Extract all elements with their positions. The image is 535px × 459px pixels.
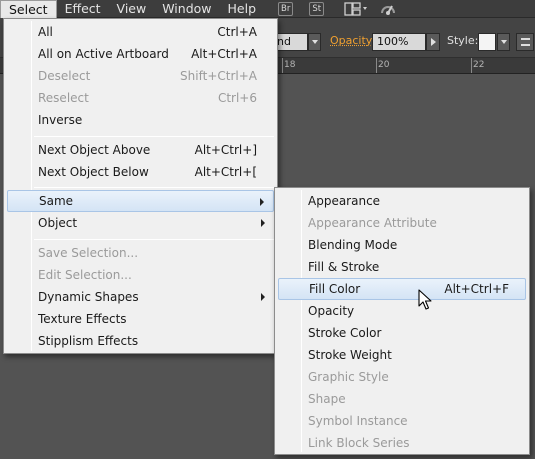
menu-item-label: Stroke Weight — [308, 348, 392, 362]
menu-item-deselect[interactable]: Deselect Shift+Ctrl+A — [7, 65, 274, 87]
select-menu: All Ctrl+A All on Active Artboard Alt+Ct… — [3, 18, 278, 354]
submenu-item-symbol-instance[interactable]: Symbol Instance — [278, 410, 526, 432]
mouse-pointer-icon — [418, 289, 432, 310]
submenu-item-shape[interactable]: Shape — [278, 388, 526, 410]
submenu-item-blending-mode[interactable]: Blending Mode — [278, 234, 526, 256]
submenu-item-fill-and-stroke[interactable]: Fill & Stroke — [278, 256, 526, 278]
menu-item-label: Dynamic Shapes — [38, 290, 139, 304]
submenu-item-appearance-attribute[interactable]: Appearance Attribute — [278, 212, 526, 234]
arrange-documents-icon[interactable] — [344, 1, 368, 17]
submenu-item-graphic-style[interactable]: Graphic Style — [278, 366, 526, 388]
menu-item-label: Fill Color — [309, 282, 361, 296]
menu-item-shortcut: Ctrl+A — [217, 25, 257, 39]
menu-help[interactable]: Help — [220, 0, 265, 18]
menu-item-reselect[interactable]: Reselect Ctrl+6 — [7, 87, 274, 109]
menu-item-label: Opacity — [308, 304, 355, 318]
menu-separator — [34, 187, 274, 188]
menu-bar: Select Effect View Window Help Br St — [0, 0, 535, 18]
menu-item-label: Link Block Series — [308, 436, 410, 450]
menu-lines-icon — [521, 38, 530, 46]
submenu-item-link-block-series[interactable]: Link Block Series — [278, 432, 526, 454]
submenu-arrow-icon — [260, 198, 264, 206]
menu-item-same[interactable]: Same — [7, 190, 274, 212]
menu-item-label: Inverse — [38, 113, 83, 127]
menu-item-label: Stroke Color — [308, 326, 382, 340]
menu-item-save-selection[interactable]: Save Selection... — [7, 242, 274, 264]
menu-item-dynamic-shapes[interactable]: Dynamic Shapes — [7, 286, 274, 308]
menu-item-label: All — [38, 25, 53, 39]
play-arrow-icon — [431, 38, 436, 46]
submenu-item-appearance[interactable]: Appearance — [278, 190, 526, 212]
menu-item-label: Save Selection... — [38, 246, 139, 260]
menu-item-inverse[interactable]: Inverse — [7, 109, 274, 131]
menu-item-shortcut: Alt+Ctrl+] — [194, 143, 257, 157]
ruler-tick — [471, 58, 472, 73]
menu-item-label: Blending Mode — [308, 238, 398, 252]
blend-mode-dropdown[interactable] — [308, 33, 321, 51]
menu-item-label: Graphic Style — [308, 370, 389, 384]
menu-item-edit-selection[interactable]: Edit Selection... — [7, 264, 274, 286]
menu-item-texture-effects[interactable]: Texture Effects — [7, 308, 274, 330]
menu-select[interactable]: Select — [0, 0, 57, 18]
menu-effect[interactable]: Effect — [57, 0, 109, 18]
menu-item-all-on-active-artboard[interactable]: All on Active Artboard Alt+Ctrl+A — [7, 43, 274, 65]
menu-item-label: Texture Effects — [38, 312, 127, 326]
menu-item-label: Object — [38, 216, 78, 230]
opacity-label[interactable]: Opacity: — [330, 34, 375, 47]
panel-menu-button[interactable] — [516, 33, 534, 51]
menu-item-shortcut: Ctrl+6 — [217, 91, 257, 105]
menu-item-label: Next Object Below — [38, 165, 149, 179]
submenu-item-stroke-color[interactable]: Stroke Color — [278, 322, 526, 344]
menu-item-object[interactable]: Object — [7, 212, 274, 234]
submenu-item-opacity[interactable]: Opacity — [278, 300, 526, 322]
menu-separator — [34, 239, 274, 240]
submenu-arrow-icon — [261, 219, 265, 227]
opacity-field[interactable]: 100% — [372, 33, 426, 51]
menu-item-label: Reselect — [38, 91, 89, 105]
menu-item-label: Symbol Instance — [308, 414, 408, 428]
menu-item-label: All on Active Artboard — [38, 47, 169, 61]
style-dropdown[interactable] — [497, 33, 510, 51]
ruler-tick — [282, 58, 283, 73]
menu-window[interactable]: Window — [154, 0, 219, 18]
menu-item-label: Next Object Above — [38, 143, 151, 157]
submenu-item-stroke-weight[interactable]: Stroke Weight — [278, 344, 526, 366]
style-label: Style: — [447, 34, 479, 47]
menu-item-next-object-below[interactable]: Next Object Below Alt+Ctrl+[ — [7, 161, 274, 183]
menu-item-stipplism-effects[interactable]: Stipplism Effects — [7, 330, 274, 352]
menu-item-shortcut: Shift+Ctrl+A — [180, 69, 257, 83]
menu-item-all[interactable]: All Ctrl+A — [7, 21, 274, 43]
menu-item-label: Appearance Attribute — [308, 216, 437, 230]
menu-item-label: Appearance — [308, 194, 381, 208]
gpu-performance-icon[interactable] — [380, 1, 396, 17]
menu-item-next-object-above[interactable]: Next Object Above Alt+Ctrl+] — [7, 139, 274, 161]
bridge-badge[interactable]: Br — [278, 1, 294, 16]
menu-separator — [34, 136, 274, 137]
style-swatch[interactable] — [478, 33, 496, 51]
ruler-label: 20 — [378, 60, 390, 70]
menu-item-shortcut: Alt+Ctrl+[ — [194, 165, 257, 179]
menu-item-shortcut: Alt+Ctrl+A — [191, 47, 257, 61]
ruler-label: 22 — [473, 60, 485, 70]
stock-badge[interactable]: St — [309, 1, 325, 16]
menu-item-label: Stipplism Effects — [38, 334, 139, 348]
opacity-slider-arrow[interactable] — [426, 33, 440, 51]
menu-item-shortcut: Alt+Ctrl+F — [444, 282, 509, 296]
menu-item-label: Shape — [308, 392, 346, 406]
ruler-label: 18 — [284, 60, 296, 70]
same-submenu: Appearance Appearance Attribute Blending… — [274, 187, 530, 455]
menu-item-label: Deselect — [38, 69, 91, 83]
menu-item-label: Edit Selection... — [38, 268, 132, 282]
ruler-tick — [376, 58, 377, 73]
menu-view[interactable]: View — [109, 0, 155, 18]
submenu-arrow-icon — [261, 293, 265, 301]
menu-item-label: Fill & Stroke — [308, 260, 380, 274]
menu-item-label: Same — [39, 194, 74, 208]
submenu-item-fill-color[interactable]: Fill Color Alt+Ctrl+F — [278, 278, 526, 300]
